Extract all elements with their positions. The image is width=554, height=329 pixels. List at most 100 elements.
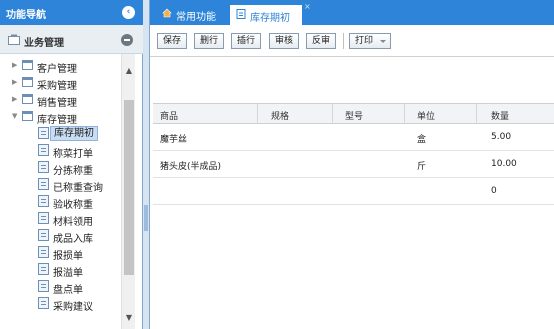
column-header[interactable]: 商品	[160, 109, 178, 122]
tab-home-label: 常用功能	[176, 12, 216, 23]
print-button[interactable]: 打印	[349, 33, 391, 49]
column-divider[interactable]	[404, 104, 405, 124]
table-cell[interactable]: 5.00	[491, 132, 511, 142]
nav-panel: 功能导航 ‹ 业务管理 ▶ 客户管理 ▶ 采购管理 ▶ 销售管理 ▼ 库存管理 库存期初称菜打单…	[0, 0, 143, 329]
document-icon	[38, 178, 49, 190]
tree-item-label: 分拣称重	[53, 166, 93, 177]
tree-item[interactable]: 分拣称重	[0, 159, 121, 177]
home-icon	[162, 8, 172, 18]
column-header[interactable]: 型号	[345, 109, 363, 122]
tree-folder-label: 客户管理	[37, 64, 77, 75]
close-tab-icon[interactable]: ×	[304, 2, 311, 11]
collapsed-arrow-icon[interactable]: ▶	[12, 78, 19, 86]
document-icon	[236, 9, 246, 19]
save-button[interactable]: 保存	[157, 33, 187, 49]
group-collapse-icon[interactable]	[121, 34, 133, 46]
document-icon	[38, 263, 49, 275]
grid-header: 商品 规格 型号 单位 数量	[153, 103, 554, 124]
tree-item-label: 验收称重	[53, 200, 93, 211]
folder-icon	[22, 77, 33, 87]
expanded-arrow-icon[interactable]: ▼	[12, 112, 19, 120]
table-cell[interactable]: 0	[491, 186, 497, 196]
print-button-label: 打印	[355, 36, 374, 46]
document-icon	[38, 195, 49, 207]
nav-group-header[interactable]: 业务管理	[0, 25, 143, 54]
tree-item[interactable]: 材料领用	[0, 210, 121, 228]
folder-icon	[22, 60, 33, 70]
tree-item-label: 材料领用	[53, 217, 93, 228]
document-icon	[38, 246, 49, 258]
collapsed-arrow-icon[interactable]: ▶	[12, 95, 19, 103]
table-cell[interactable]: 猪头皮(半成品)	[160, 159, 221, 172]
tree-item[interactable]: 报溢单	[0, 261, 121, 279]
tree-item-label: 盘点单	[53, 285, 83, 296]
scroll-up-icon[interactable]: ▲	[124, 66, 134, 76]
tree-folder[interactable]: ▶ 采购管理	[0, 74, 121, 92]
add-row-button[interactable]: 插行	[231, 33, 261, 49]
panel-splitter[interactable]	[143, 0, 150, 329]
splitter-grip[interactable]	[144, 205, 148, 231]
document-icon	[38, 144, 49, 156]
delete-row-button[interactable]: 删行	[194, 33, 224, 49]
nav-header: 功能导航 ‹	[0, 0, 143, 25]
column-divider[interactable]	[476, 104, 477, 124]
table-cell[interactable]: 斤	[417, 159, 426, 172]
nav-scrollbar[interactable]: ▲ ▼	[121, 54, 135, 329]
tree-item[interactable]: 称菜打单	[0, 142, 121, 160]
tree-folder-label: 库存管理	[37, 115, 77, 126]
tree-item[interactable]: 库存期初	[0, 125, 121, 142]
table-cell[interactable]: 盒	[417, 132, 426, 145]
table-row[interactable]: 0	[153, 178, 554, 205]
nav-group-label: 业务管理	[24, 38, 64, 49]
tree-item-label: 称菜打单	[53, 149, 93, 160]
tree-item-label: 采购建议	[53, 302, 93, 313]
document-icon	[38, 297, 49, 309]
table-row[interactable]: 魔芋丝 盒 5.00	[153, 124, 554, 151]
document-icon	[38, 280, 49, 292]
nav-title: 功能导航	[6, 10, 46, 21]
table-cell[interactable]: 魔芋丝	[160, 132, 187, 145]
tab-home[interactable]: 常用功能	[156, 3, 222, 25]
document-icon	[38, 212, 49, 224]
tree-folder[interactable]: ▶ 客户管理	[0, 57, 121, 75]
tree-item[interactable]: 成品入库	[0, 227, 121, 245]
tree-item[interactable]: 盘点单	[0, 278, 121, 296]
toolbar-separator	[343, 33, 344, 49]
toolbar: 保存 删行 插行 审核 反审 打印	[150, 25, 554, 57]
tree-item[interactable]: 已称重查询	[0, 176, 121, 194]
scroll-down-icon[interactable]: ▼	[124, 313, 134, 323]
tab-bar: 常用功能 库存期初 ×	[150, 0, 554, 25]
folder-icon	[22, 111, 33, 121]
column-header[interactable]: 单位	[417, 109, 435, 122]
nav-tree: ▶ 客户管理 ▶ 采购管理 ▶ 销售管理 ▼ 库存管理 库存期初称菜打单分拣称重 已称重查询验收称…	[0, 54, 121, 329]
tree-item-label: 成品入库	[53, 234, 93, 245]
tree-item-label: 库存期初	[50, 126, 98, 141]
collapse-nav-button[interactable]: ‹	[122, 6, 135, 19]
tree-item[interactable]: 验收称重	[0, 193, 121, 211]
tree-item-label: 报溢单	[53, 268, 83, 279]
table-row[interactable]: 猪头皮(半成品) 斤 10.00	[153, 151, 554, 178]
column-header[interactable]: 数量	[491, 109, 509, 122]
tab-active-label: 库存期初	[250, 13, 290, 24]
tree-folder[interactable]: ▼ 库存管理	[0, 108, 121, 126]
document-icon	[38, 161, 49, 173]
tree-folder-label: 销售管理	[37, 98, 77, 109]
scroll-thumb[interactable]	[124, 100, 134, 275]
tree-item-label: 报损单	[53, 251, 83, 262]
business-icon	[8, 34, 20, 45]
folder-icon	[22, 94, 33, 104]
table-cell[interactable]: 10.00	[491, 159, 517, 169]
tree-folder[interactable]: ▶ 销售管理	[0, 91, 121, 109]
tree-item[interactable]: 报损单	[0, 244, 121, 262]
tree-item[interactable]: 采购建议	[0, 295, 121, 313]
document-icon	[38, 127, 49, 139]
approve-button[interactable]: 审核	[269, 33, 299, 49]
column-header[interactable]: 规格	[271, 109, 289, 122]
tree-folder-label: 采购管理	[37, 81, 77, 92]
column-divider[interactable]	[332, 104, 333, 124]
tab-inventory-opening[interactable]: 库存期初	[230, 3, 302, 25]
collapsed-arrow-icon[interactable]: ▶	[12, 61, 19, 69]
unapprove-button[interactable]: 反审	[306, 33, 336, 49]
inventory-grid: 商品 规格 型号 单位 数量 魔芋丝 盒 5.00 猪头皮(半成品) 斤 10.00 0	[153, 103, 554, 206]
column-divider[interactable]	[257, 104, 258, 124]
